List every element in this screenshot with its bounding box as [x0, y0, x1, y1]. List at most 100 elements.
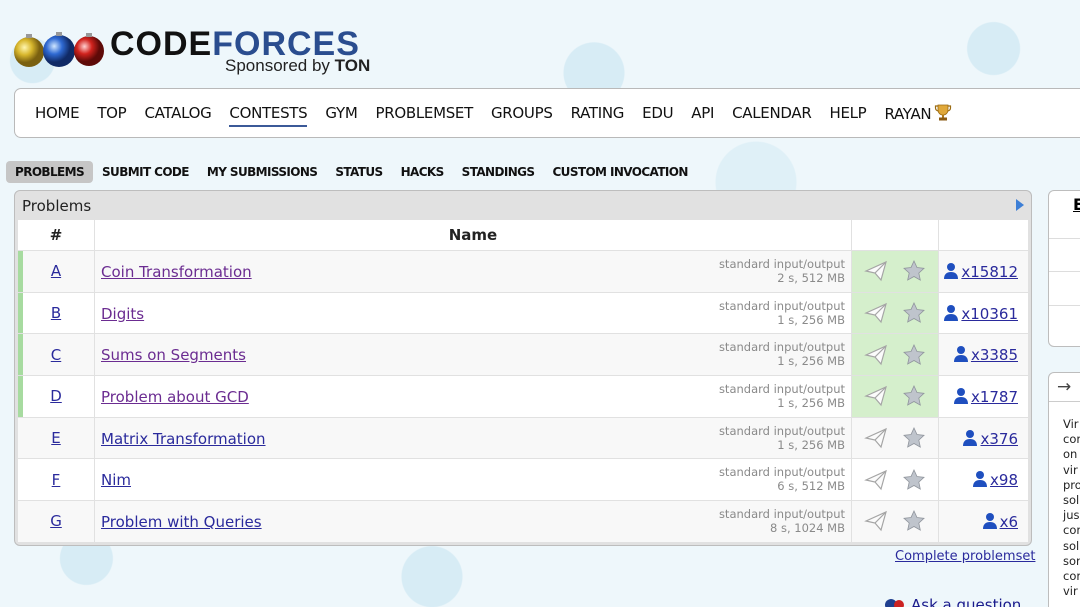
- problem-title-link[interactable]: Matrix Transformation: [101, 430, 266, 448]
- tab-my-submissions[interactable]: MY SUBMISSIONS: [198, 161, 326, 183]
- problems-box: Problems # Name A Coin Transformation st…: [14, 190, 1032, 546]
- submit-paper-plane-icon[interactable]: [863, 468, 888, 492]
- problem-io: standard input/output: [718, 340, 845, 355]
- text-line: on: [1063, 447, 1078, 462]
- problem-title-link[interactable]: Problem with Queries: [101, 513, 262, 531]
- ask-question-label: Ask a question: [911, 596, 1022, 607]
- problem-title-link[interactable]: Digits: [101, 305, 144, 323]
- problem-title-link[interactable]: Coin Transformation: [101, 263, 252, 281]
- submit-paper-plane-icon[interactable]: [863, 343, 888, 367]
- favourite-star-icon[interactable]: [902, 426, 926, 450]
- problem-time-memory: 1 s, 256 MB: [777, 354, 845, 369]
- contest-submenu: PROBLEMS SUBMIT CODE MY SUBMISSIONS STAT…: [6, 160, 697, 183]
- menu-home[interactable]: HOME: [35, 104, 80, 122]
- solved-count-link[interactable]: x376: [980, 430, 1018, 448]
- menu-help[interactable]: HELP: [829, 104, 866, 122]
- menu-top[interactable]: TOP: [97, 104, 126, 122]
- problem-name-cell: Problem with Queries standard input/outp…: [94, 500, 852, 543]
- problem-index-link[interactable]: C: [51, 346, 61, 364]
- sidebar-box-top-title[interactable]: E: [1073, 195, 1080, 214]
- tab-problems[interactable]: PROBLEMS: [6, 160, 94, 183]
- favourite-star-icon[interactable]: [902, 301, 926, 325]
- menu-user-label: RAYAN: [884, 104, 932, 123]
- complete-problemset-link[interactable]: Complete problemset: [895, 549, 1035, 564]
- menu-problemset[interactable]: PROBLEMSET: [375, 104, 473, 122]
- favourite-star-icon[interactable]: [902, 343, 926, 367]
- column-name: Name: [94, 219, 852, 251]
- problems-box-title: Problems: [22, 197, 92, 215]
- menu-edu[interactable]: EDU: [642, 104, 673, 122]
- tab-hacks[interactable]: HACKS: [392, 161, 453, 183]
- problem-name-cell: Digits standard input/output 1 s, 256 MB: [94, 291, 852, 335]
- user-icon: [944, 262, 959, 279]
- problem-index-link[interactable]: G: [50, 512, 62, 530]
- user-icon: [953, 346, 968, 363]
- problem-limits: standard input/output 1 s, 256 MB: [719, 382, 845, 410]
- submit-paper-plane-icon[interactable]: [863, 426, 888, 450]
- favourite-star-icon[interactable]: [902, 509, 926, 533]
- problem-title-link[interactable]: Nim: [101, 471, 131, 489]
- submit-paper-plane-icon[interactable]: [863, 301, 888, 325]
- christmas-ornaments-icon: [14, 32, 104, 67]
- problem-actions-cell: [851, 333, 939, 377]
- menu-catalog[interactable]: CATALOG: [144, 104, 211, 122]
- tab-submit-code[interactable]: SUBMIT CODE: [93, 161, 198, 183]
- sidebar-box-text: Vir cor on vir pro sol jus cor sol sor c…: [1063, 417, 1080, 599]
- menu-contests[interactable]: CONTESTS: [229, 104, 308, 127]
- problem-time-memory: 6 s, 512 MB: [777, 479, 845, 494]
- solved-count-cell: x376: [938, 416, 1029, 460]
- submit-paper-plane-icon[interactable]: [863, 384, 888, 408]
- text-line: sor: [1063, 553, 1080, 568]
- favourite-star-icon[interactable]: [902, 468, 926, 492]
- submit-paper-plane-icon[interactable]: [863, 509, 888, 533]
- solved-count-link[interactable]: x3385: [971, 346, 1018, 364]
- solved-count-link[interactable]: x1787: [971, 388, 1018, 406]
- problem-name-cell: Coin Transformation standard input/outpu…: [94, 250, 852, 293]
- problem-index-link[interactable]: E: [51, 429, 60, 447]
- sponsor-line: Sponsored by TON: [225, 56, 370, 76]
- menu-rating[interactable]: RATING: [571, 104, 625, 122]
- tab-custom-invocation[interactable]: CUSTOM INVOCATION: [543, 161, 696, 183]
- problem-index-cell: E: [17, 416, 95, 460]
- collapse-arrow-icon[interactable]: [1015, 198, 1025, 212]
- arrow-right-icon: →: [1057, 377, 1072, 397]
- ask-question-link[interactable]: Ask a question: [885, 596, 1021, 607]
- favourite-star-icon[interactable]: [902, 384, 926, 408]
- solved-count-link[interactable]: x10361: [961, 305, 1018, 323]
- menu-gym[interactable]: GYM: [325, 104, 357, 122]
- problem-limits: standard input/output 1 s, 256 MB: [719, 340, 845, 368]
- problem-index-link[interactable]: B: [51, 304, 61, 322]
- menu-user-rayan[interactable]: RAYAN: [884, 104, 952, 123]
- favourite-star-icon[interactable]: [902, 259, 926, 283]
- problem-index-link[interactable]: D: [50, 387, 62, 405]
- problem-index-link[interactable]: A: [51, 262, 61, 280]
- solved-count-link[interactable]: x98: [990, 471, 1018, 489]
- codeforces-logo[interactable]: CODEFORCES Sponsored by TON: [12, 24, 382, 80]
- problem-index-link[interactable]: F: [52, 471, 61, 489]
- menu-api[interactable]: API: [691, 104, 714, 122]
- problem-title-link[interactable]: Problem about GCD: [101, 388, 249, 406]
- solved-count-link[interactable]: x15812: [961, 263, 1018, 281]
- user-icon: [944, 304, 959, 321]
- menu-calendar[interactable]: CALENDAR: [732, 104, 812, 122]
- problem-title-link[interactable]: Sums on Segments: [101, 346, 246, 364]
- table-row: G Problem with Queries standard input/ou…: [17, 500, 1029, 543]
- solved-count-link[interactable]: x6: [1000, 513, 1018, 531]
- text-line: vir: [1063, 462, 1078, 477]
- column-solved: [938, 219, 1029, 251]
- divider: [1049, 238, 1080, 239]
- problem-index-cell: G: [17, 500, 95, 543]
- problem-io: standard input/output: [718, 298, 845, 313]
- table-row: E Matrix Transformation standard input/o…: [17, 416, 1029, 460]
- submit-paper-plane-icon[interactable]: [863, 259, 888, 283]
- table-row: F Nim standard input/output 6 s, 512 MB x…: [17, 458, 1029, 502]
- problem-actions-cell: [851, 375, 939, 418]
- tab-standings[interactable]: STANDINGS: [453, 161, 544, 183]
- solved-count-cell: x10361: [938, 291, 1029, 335]
- problem-actions-cell: [851, 500, 939, 543]
- tab-status[interactable]: STATUS: [326, 161, 391, 183]
- table-row: B Digits standard input/output 1 s, 256 M…: [17, 291, 1029, 335]
- menu-groups[interactable]: GROUPS: [491, 104, 553, 122]
- sponsor-prefix: Sponsored by: [225, 56, 335, 75]
- user-icon: [953, 387, 968, 404]
